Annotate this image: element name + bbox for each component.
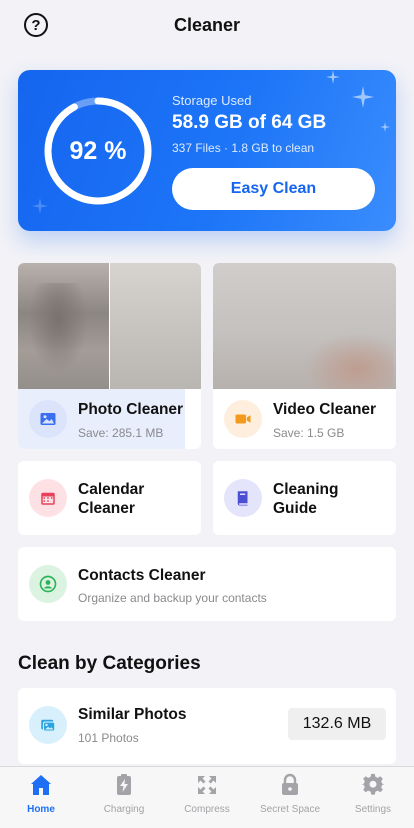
calendar-cleaner-card[interactable]: Calendar Cleaner [18,461,201,535]
storage-label: Storage Used [172,93,252,108]
video-cleaner-card[interactable]: Video Cleaner Save: 1.5 GB [213,263,396,449]
sparkle-icon [380,122,390,132]
storage-card: 92 % Storage Used 58.9 GB of 64 GB 337 F… [18,70,396,231]
contacts-cleaner-card[interactable]: Contacts Cleaner Organize and backup you… [18,547,396,621]
video-cleaner-save: Save: 1.5 GB [273,426,345,440]
cleaning-guide-title-line1: Cleaning [273,481,339,498]
photo-cleaner-title: Photo Cleaner [78,401,184,418]
video-thumbnail-image [213,263,396,389]
video-cleaner-title: Video Cleaner [273,401,377,418]
tab-settings-label: Settings [354,804,392,815]
storage-percent: 92 % [69,136,127,165]
tab-home-label: Home [27,804,55,815]
tab-secret-space[interactable]: Secret Space [249,767,331,828]
tab-home[interactable]: Home [0,767,82,828]
calendar-cleaner-title-line2: Cleaner [78,500,135,517]
video-camera-icon [224,400,262,438]
similar-photos-count: 101 Photos [78,731,139,745]
tab-charging-label: Charging [103,804,145,815]
tab-bar: Home Charging Compress Secret Space Sett… [0,766,414,828]
page-title: Cleaner [173,15,241,35]
category-item-similar-photos[interactable]: Similar Photos 101 Photos 132.6 MB [18,688,396,764]
tab-compress-label: Compress [184,804,230,815]
tab-charging[interactable]: Charging [83,767,165,828]
photo-thumbnail [18,263,109,389]
lock-icon [282,773,298,795]
battery-icon [117,774,131,795]
contacts-cleaner-sub: Organize and backup your contacts [78,591,267,605]
photo-cleaner-card[interactable]: Photo Cleaner Save: 285.1 MB [18,263,201,449]
book-icon [224,479,262,517]
storage-value: 58.9 GB of 64 GB [172,112,327,133]
contact-icon [29,565,67,603]
categories-title: Clean by Categories [18,653,201,674]
photo-thumbnails [18,263,201,389]
contacts-cleaner-title: Contacts Cleaner [78,567,206,584]
tab-compress[interactable]: Compress [166,767,248,828]
calendar-icon [29,479,67,517]
similar-photos-title: Similar Photos [78,706,187,723]
tab-secret-space-label: Secret Space [259,804,321,815]
video-thumbnail [213,263,396,389]
cleaning-guide-card[interactable]: Cleaning Guide [213,461,396,535]
easy-clean-button[interactable]: Easy Clean [172,168,375,210]
similar-photos-size: 132.6 MB [288,708,386,740]
storage-sub: 337 Files · 1.8 GB to clean [172,141,315,155]
photos-icon [29,706,67,744]
home-icon [31,775,51,795]
header: ? Cleaner [0,0,414,52]
gear-icon [361,773,385,795]
photo-cleaner-save: Save: 285.1 MB [78,426,164,440]
sparkle-icon [326,70,340,84]
photo-thumbnail [110,263,201,389]
tab-settings[interactable]: Settings [332,767,414,828]
compress-icon [198,776,216,794]
sparkle-icon [352,86,374,108]
calendar-cleaner-title-line1: Calendar [78,481,145,498]
cleaning-guide-title-line2: Guide [273,500,317,517]
image-icon [29,400,67,438]
